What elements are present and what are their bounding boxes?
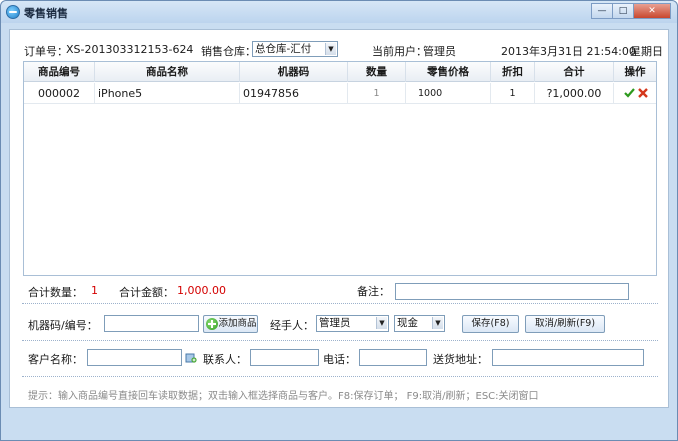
header-total[interactable]: 合计 bbox=[535, 62, 614, 82]
main-panel: 订单号： XS-201303312153-624 销售仓库： 总仓库-汇付 ▼ … bbox=[9, 29, 669, 408]
save-button[interactable]: 保存(F8) bbox=[462, 315, 519, 333]
cell-machine-code[interactable]: 01947856 bbox=[240, 83, 348, 104]
minimize-button[interactable]: — bbox=[591, 3, 613, 19]
close-button[interactable]: ✕ bbox=[633, 3, 671, 19]
customer-lookup-icon[interactable] bbox=[185, 352, 197, 364]
handler-value: 管理员 bbox=[319, 317, 351, 329]
weekday: 星期日 bbox=[630, 45, 663, 58]
machine-code-input[interactable] bbox=[104, 315, 199, 332]
warehouse-label: 销售仓库： bbox=[201, 45, 256, 58]
app-icon bbox=[6, 5, 20, 19]
delivery-address-input[interactable] bbox=[492, 349, 644, 366]
checkmark-icon[interactable] bbox=[624, 88, 635, 98]
window-title: 零售销售 bbox=[24, 7, 68, 20]
window-controls: — □ ✕ bbox=[591, 3, 671, 19]
payment-select[interactable]: 现金 ▼ bbox=[394, 315, 445, 332]
header-machine-code[interactable]: 机器码 bbox=[240, 62, 348, 82]
warehouse-select[interactable]: 总仓库-汇付 ▼ bbox=[252, 41, 338, 57]
order-info-row: 订单号： XS-201303312153-624 销售仓库： 总仓库-汇付 ▼ … bbox=[24, 41, 664, 58]
contact-label: 联系人： bbox=[203, 353, 247, 366]
customer-name-input[interactable] bbox=[87, 349, 182, 366]
order-number-label: 订单号： bbox=[24, 45, 68, 58]
add-product-label: 添加商品 bbox=[218, 318, 257, 329]
current-user: 管理员 bbox=[423, 45, 456, 58]
maximize-button[interactable]: □ bbox=[612, 3, 634, 19]
payment-value: 现金 bbox=[397, 317, 418, 329]
cancel-refresh-button[interactable]: 取消/刷新(F9) bbox=[525, 315, 605, 333]
handler-select[interactable]: 管理员 ▼ bbox=[316, 315, 389, 332]
table-row[interactable]: 000002 iPhone5 01947856 1 1000 1 ?1,000.… bbox=[24, 83, 656, 104]
delivery-address-label: 送货地址： bbox=[433, 353, 488, 366]
retail-sales-window: 零售销售 — □ ✕ 订单号： XS-201303312153-624 销售仓库… bbox=[0, 0, 678, 441]
chevron-down-icon: ▼ bbox=[432, 317, 443, 329]
header-code[interactable]: 商品编号 bbox=[24, 62, 95, 82]
cell-price[interactable]: 1000 bbox=[406, 83, 491, 104]
plus-icon bbox=[206, 318, 218, 330]
divider bbox=[22, 376, 658, 377]
cell-name[interactable]: iPhone5 bbox=[95, 83, 240, 104]
remark-input[interactable] bbox=[395, 283, 629, 300]
add-product-button[interactable]: 添加商品 bbox=[203, 315, 258, 333]
header-actions: 操作 bbox=[624, 66, 646, 78]
cell-code[interactable]: 000002 bbox=[24, 83, 95, 104]
chevron-down-icon: ▼ bbox=[376, 317, 387, 329]
cell-quantity[interactable]: 1 bbox=[348, 83, 406, 104]
total-count-label: 合计数量： bbox=[28, 286, 83, 299]
header-name[interactable]: 商品名称 bbox=[95, 62, 240, 82]
order-number: XS-201303312153-624 bbox=[66, 43, 194, 56]
header-discount[interactable]: 折扣 bbox=[491, 62, 535, 82]
datetime: 2013年3月31日 21:54:00 bbox=[501, 45, 636, 58]
header-quantity[interactable]: 数量 bbox=[348, 62, 406, 82]
phone-label: 电话： bbox=[323, 353, 356, 366]
total-count: 1 bbox=[91, 284, 98, 297]
machine-code-label: 机器码/编号： bbox=[28, 319, 98, 332]
customer-name-label: 客户名称： bbox=[28, 353, 83, 366]
contact-input[interactable] bbox=[250, 349, 319, 366]
delete-icon[interactable] bbox=[638, 88, 648, 98]
phone-input[interactable] bbox=[359, 349, 427, 366]
chevron-down-icon: ▼ bbox=[325, 43, 336, 55]
current-user-label: 当前用户： bbox=[372, 45, 427, 58]
divider bbox=[22, 303, 658, 304]
warehouse-value: 总仓库-汇付 bbox=[255, 43, 312, 55]
total-amount: 1,000.00 bbox=[177, 284, 226, 297]
hint-text: 提示：输入商品编号直接回车读取数据；双击输入框选择商品与客户。F8:保存订单； … bbox=[28, 391, 539, 402]
total-amount-label: 合计金额： bbox=[119, 286, 174, 299]
cell-discount[interactable]: 1 bbox=[491, 83, 535, 104]
product-grid[interactable]: 商品编号 商品名称 机器码 数量 零售价格 折扣 合计 操作 000002 iP… bbox=[23, 61, 657, 276]
divider bbox=[22, 340, 658, 341]
handler-label: 经手人： bbox=[270, 319, 314, 332]
remark-label: 备注： bbox=[357, 285, 390, 298]
cell-actions bbox=[614, 83, 656, 104]
cell-total: ?1,000.00 bbox=[535, 83, 614, 104]
header-price[interactable]: 零售价格 bbox=[406, 62, 491, 82]
grid-header: 商品编号 商品名称 机器码 数量 零售价格 折扣 合计 操作 bbox=[24, 62, 656, 82]
title-bar[interactable]: 零售销售 — □ ✕ bbox=[1, 1, 677, 23]
